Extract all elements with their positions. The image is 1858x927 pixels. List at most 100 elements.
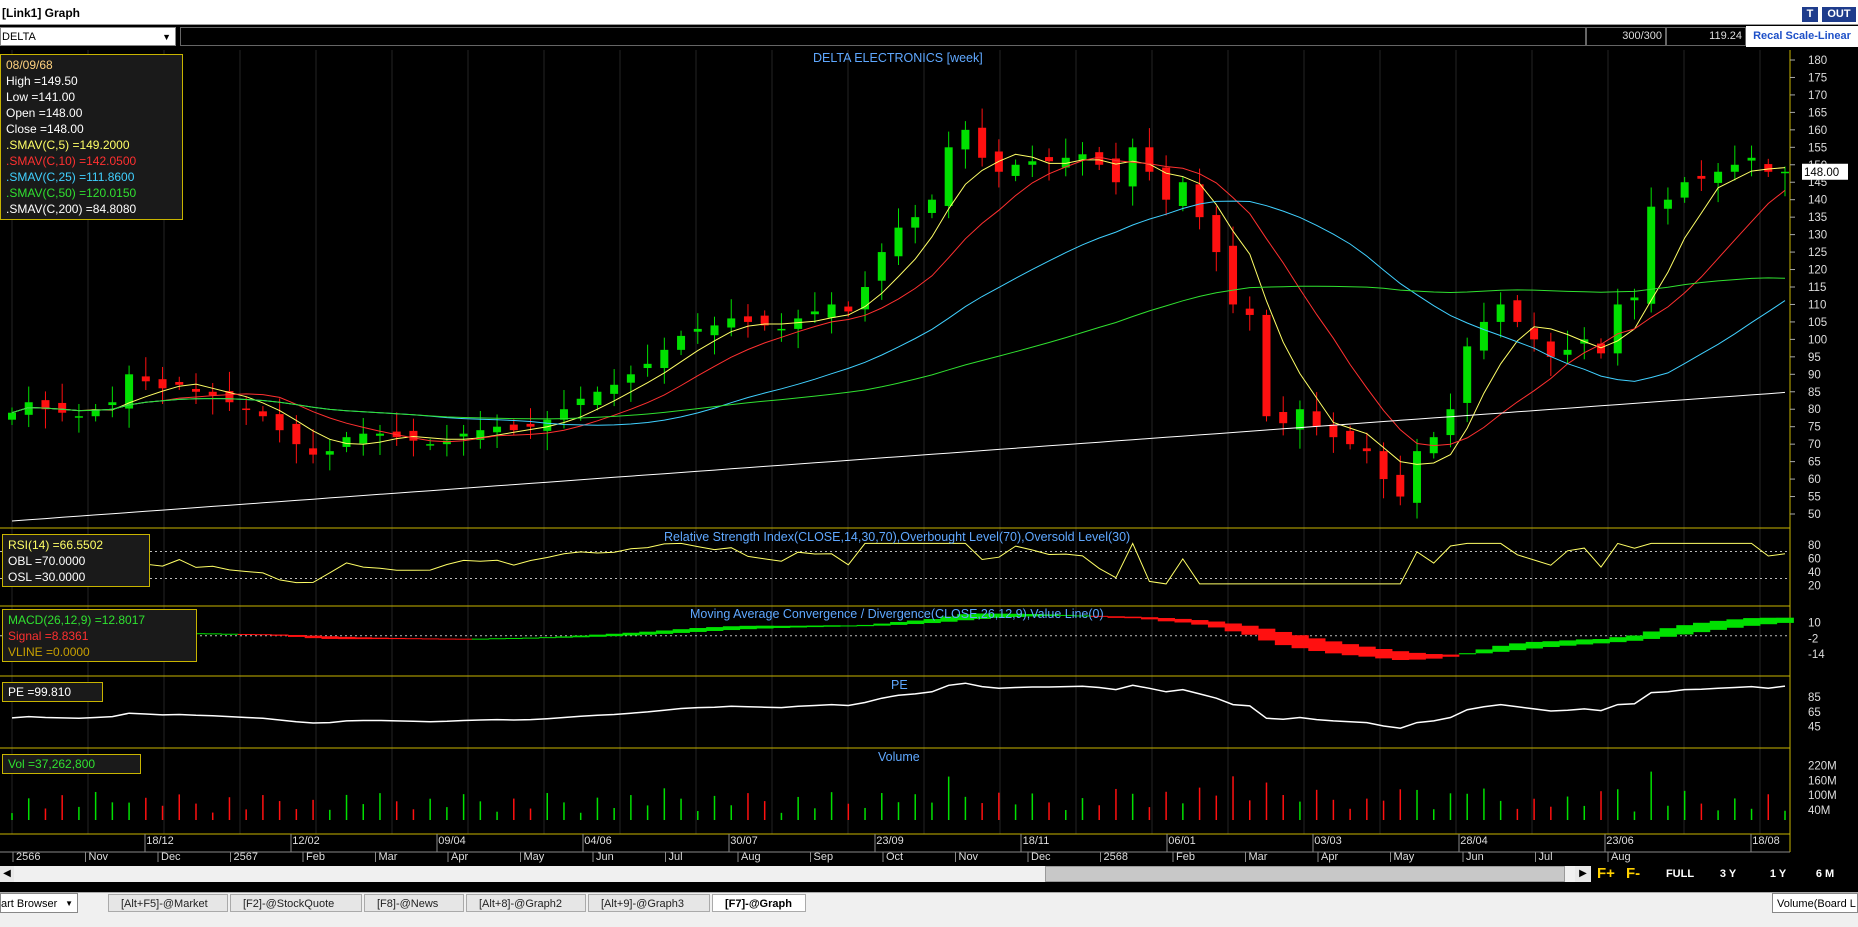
volume-tick-label: 100M — [1808, 790, 1837, 802]
zoom-in-button[interactable]: F+ — [1597, 864, 1615, 884]
candle-body — [1513, 300, 1522, 322]
candle-body — [576, 398, 585, 406]
candle-body — [1680, 182, 1689, 198]
candle-body — [1011, 164, 1020, 176]
candle-body — [1563, 349, 1572, 355]
candle-body — [1111, 158, 1120, 183]
macd-fill-segment — [1157, 618, 1175, 622]
macd-fill-segment — [1626, 635, 1644, 641]
candle-body — [275, 414, 284, 431]
pe-tick-label: 85 — [1808, 692, 1821, 704]
macd-fill-segment — [622, 632, 640, 636]
tab-graph2[interactable]: [Alt+8]-@Graph2 — [466, 894, 586, 912]
tab-market[interactable]: [Alt+F5]-@Market — [108, 894, 228, 912]
scroll-left-icon[interactable]: ◀ — [0, 866, 14, 882]
macd-fill-segment — [1709, 620, 1727, 630]
tab-stockquote[interactable]: [F2]-@StockQuote — [230, 894, 362, 912]
macd-fill-segment — [839, 625, 858, 627]
candle-body — [927, 199, 936, 213]
scroll-right-icon[interactable]: ▶ — [1575, 866, 1591, 882]
macd-fill-segment — [605, 633, 624, 637]
candle-body — [727, 318, 736, 328]
price-tick-label: 155 — [1808, 142, 1827, 154]
price-tick-label: 180 — [1808, 55, 1827, 67]
macd-tick-label: -2 — [1808, 633, 1818, 645]
macd-pane-title: Moving Average Convergence / Divergence(… — [690, 607, 1104, 621]
month-label: Oct — [886, 851, 903, 863]
date-label: 18/08 — [1752, 835, 1780, 847]
scrollbar-thumb[interactable] — [1045, 866, 1565, 882]
chevron-down-icon[interactable]: ▼ — [65, 894, 73, 914]
macd-fill-segment — [706, 627, 724, 631]
macd-fill-segment — [254, 634, 272, 636]
zoom-out-button[interactable]: F- — [1626, 864, 1640, 884]
candle-body — [1295, 409, 1304, 430]
candle-body — [1413, 451, 1422, 503]
candle-body — [978, 127, 987, 158]
candle-body — [242, 408, 251, 411]
period-3y-button[interactable]: 3 Y — [1714, 866, 1742, 882]
macd-fill-segment — [555, 636, 573, 638]
symbol-select[interactable]: DELTA ▼ — [0, 27, 176, 46]
month-label: Apr — [1321, 851, 1338, 863]
recal-scale-button[interactable]: Recal Scale-Linear — [1746, 26, 1858, 47]
macd-fill-segment — [1425, 654, 1443, 659]
current-price-label: 148.00 — [1804, 167, 1839, 179]
month-label: Feb — [1176, 851, 1195, 863]
price-legend-line: .SMAV(C,25) =111.8600 — [6, 170, 135, 184]
period-full-button[interactable]: FULL — [1664, 866, 1696, 882]
month-label: May — [524, 851, 545, 863]
macd-fill-segment — [1325, 641, 1343, 654]
rsi-legend-line: OSL =30.0000 — [8, 570, 86, 584]
pe-pane-title: PE — [891, 678, 908, 692]
rsi-tick-label: 40 — [1808, 567, 1821, 579]
chart-area[interactable]: 1801751701651601551501451401351301251201… — [0, 48, 1858, 864]
tab-graph[interactable]: [F7]-@Graph — [712, 894, 806, 912]
macd-fill-segment — [1559, 640, 1577, 646]
month-label: Dec — [161, 851, 181, 863]
date-label: 12/02 — [292, 835, 320, 847]
macd-fill-segment — [1375, 648, 1393, 659]
volume-tick-label: 220M — [1808, 760, 1837, 772]
price-tick-label: 65 — [1808, 457, 1821, 469]
candle-body — [911, 217, 920, 228]
tab-graph3[interactable]: [Alt+9]-@Graph3 — [588, 894, 710, 912]
pe-legend-line: PE =99.810 — [8, 685, 72, 699]
macd-fill-segment — [471, 638, 490, 640]
date-label: 04/06 — [584, 835, 612, 847]
candle-body — [743, 316, 752, 322]
price-tick-label: 175 — [1808, 72, 1827, 84]
candle-body — [794, 318, 803, 329]
out-button[interactable]: OUT — [1822, 7, 1856, 22]
price-tick-label: 170 — [1808, 90, 1827, 102]
candle-body — [1262, 314, 1271, 417]
t-button[interactable]: T — [1802, 7, 1818, 22]
chevron-down-icon[interactable]: ▼ — [162, 28, 171, 47]
tab-news[interactable]: [F8]-@News — [364, 894, 464, 912]
month-label: 2566 — [16, 851, 40, 863]
period-6m-button[interactable]: 6 M — [1810, 866, 1840, 882]
chart-browser-select[interactable]: art Browser ▼ — [0, 893, 78, 913]
period-1y-button[interactable]: 1 Y — [1764, 866, 1792, 882]
candle-body — [8, 412, 16, 420]
candle-body — [191, 388, 200, 392]
macd-fill-segment — [438, 638, 456, 640]
rsi-legend-line: OBL =70.0000 — [8, 554, 86, 568]
macd-fill-segment — [1676, 625, 1694, 635]
candle-body — [1781, 171, 1789, 174]
macd-fill-segment — [1693, 622, 1711, 633]
candle-body — [175, 381, 184, 385]
macd-fill-segment — [237, 633, 256, 635]
volume-legend-line: Vol =37,262,800 — [8, 757, 96, 771]
macd-fill-segment — [1191, 620, 1209, 625]
price-tick-label: 140 — [1808, 195, 1827, 207]
macd-fill-segment — [1291, 635, 1309, 649]
month-label: Nov — [959, 851, 979, 863]
price-tick-label: 115 — [1808, 282, 1826, 294]
macd-fill-segment — [338, 636, 356, 640]
macd-fill-segment — [505, 637, 523, 639]
candle-body — [1747, 157, 1756, 161]
price-legend-line: Close =148.00 — [6, 122, 84, 136]
macd-fill-segment — [639, 631, 657, 635]
price-tick-label: 125 — [1808, 247, 1827, 259]
